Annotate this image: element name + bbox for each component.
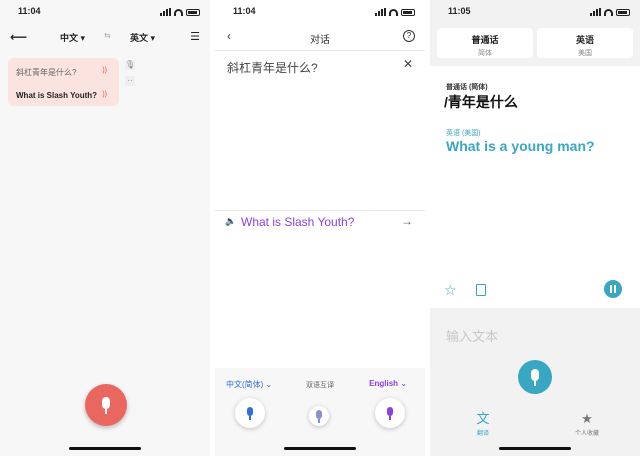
- divider: [215, 50, 425, 51]
- settings-sliders-icon[interactable]: ☰: [190, 30, 200, 43]
- wifi-icon: [604, 9, 613, 16]
- signal-icon: [375, 8, 386, 16]
- page-title: 对话: [310, 35, 330, 46]
- swap-languages-icon[interactable]: ⇆: [104, 31, 111, 40]
- divider: [215, 210, 425, 211]
- battery-icon: [401, 9, 415, 16]
- microphone-icon: [247, 407, 253, 416]
- star-icon: ★: [581, 411, 593, 426]
- tab-target-language[interactable]: 英语 美国: [537, 28, 633, 58]
- top-bar: ‹ 对话 ?: [215, 28, 425, 48]
- clear-icon[interactable]: ✕: [403, 57, 413, 71]
- speaker-icon[interactable]: )): [102, 67, 107, 74]
- status-time: 11:04: [233, 6, 256, 16]
- wifi-icon: [174, 9, 183, 16]
- speaker-icon[interactable]: 🔈: [225, 216, 236, 227]
- microphone-icon: [102, 397, 110, 409]
- conversation-screen-2: 11:04 ‹ 对话 ? 斜杠青年是什么? ✕ 🔈 What is Slash …: [215, 0, 425, 456]
- microphone-icon: [316, 410, 322, 419]
- microphone-button[interactable]: [85, 384, 127, 426]
- source-language-selector[interactable]: 中文 ▾: [60, 31, 85, 44]
- more-dots-icon[interactable]: ··: [125, 76, 135, 86]
- conversation-screen-1: 11:04 ⟵ 中文 ▾ ⇆ 英文 ▾ ☰ 斜杠青年是什么? )) What i…: [0, 0, 210, 456]
- translation-card: 普通话 (简体) /青年是什么 英语 (美国) What is a young …: [430, 66, 640, 308]
- target-language-selector[interactable]: English ⌄: [369, 379, 407, 388]
- source-text: 斜杠青年是什么?: [16, 68, 77, 77]
- source-text: /青年是什么: [444, 94, 518, 110]
- dictionary-book-icon[interactable]: [476, 284, 486, 296]
- microphone-small-icon[interactable]: 🎙: [125, 60, 135, 70]
- text-input[interactable]: 输入文本: [446, 326, 498, 345]
- home-indicator: [284, 447, 356, 450]
- status-bar: 11:04: [0, 6, 210, 20]
- language-controls: 中文(简体) ⌄ 双语互译 English ⌄: [215, 368, 425, 456]
- translated-text: What is Slash Youth?: [16, 91, 98, 100]
- battery-icon: [186, 9, 200, 16]
- status-bar: 11:04: [215, 6, 425, 20]
- tab-source-language[interactable]: 普通话 简体: [437, 28, 533, 58]
- translate-screen: 11:05 普通话 简体 英语 美国 普通话 (简体) /青年是什么 英语 (美…: [430, 0, 640, 456]
- speaker-icon[interactable]: )): [102, 91, 107, 98]
- status-bar: 11:05: [430, 6, 640, 20]
- language-tabs: 普通话 简体 英语 美国: [430, 28, 640, 60]
- translated-text: What is a young man?: [446, 138, 595, 154]
- source-microphone-button[interactable]: [235, 398, 265, 428]
- translate-icon: 文: [476, 411, 490, 426]
- translation-bubble: 斜杠青年是什么? )) What is Slash Youth? )): [8, 58, 119, 106]
- signal-icon: [160, 8, 171, 16]
- nav-item-translate[interactable]: 文 翻译: [458, 411, 508, 438]
- status-time: 11:05: [448, 6, 471, 16]
- battery-icon: [616, 9, 630, 16]
- signal-icon: [590, 8, 601, 16]
- status-time: 11:04: [18, 6, 41, 16]
- target-language-label: 英语 (美国): [446, 130, 481, 137]
- back-arrow-icon[interactable]: ⟵: [10, 30, 27, 44]
- translated-text: What is Slash Youth?: [241, 215, 355, 229]
- target-microphone-button[interactable]: [375, 398, 405, 428]
- bottom-navigation: 文 翻译 ★ 个人收藏: [430, 412, 640, 442]
- target-language-selector[interactable]: 英文 ▾: [130, 31, 155, 44]
- microphone-button[interactable]: [518, 360, 552, 394]
- nav-item-favorites[interactable]: ★ 个人收藏: [562, 411, 612, 438]
- forward-arrow-icon[interactable]: →: [401, 214, 413, 228]
- favorite-star-icon[interactable]: ☆: [444, 282, 457, 299]
- wifi-icon: [389, 9, 398, 16]
- help-icon[interactable]: ?: [403, 30, 415, 42]
- pause-button[interactable]: [604, 280, 622, 298]
- language-bar: ⟵ 中文 ▾ ⇆ 英文 ▾ ☰: [0, 28, 210, 46]
- home-indicator: [499, 447, 571, 450]
- auto-microphone-button[interactable]: [309, 406, 329, 426]
- microphone-icon: [531, 369, 539, 381]
- source-language-label: 普通话 (简体): [446, 84, 488, 91]
- bubble-actions: 🎙 ··: [125, 60, 135, 92]
- source-text: 斜杠青年是什么?: [227, 61, 318, 75]
- microphone-icon: [387, 407, 393, 416]
- home-indicator: [69, 447, 141, 450]
